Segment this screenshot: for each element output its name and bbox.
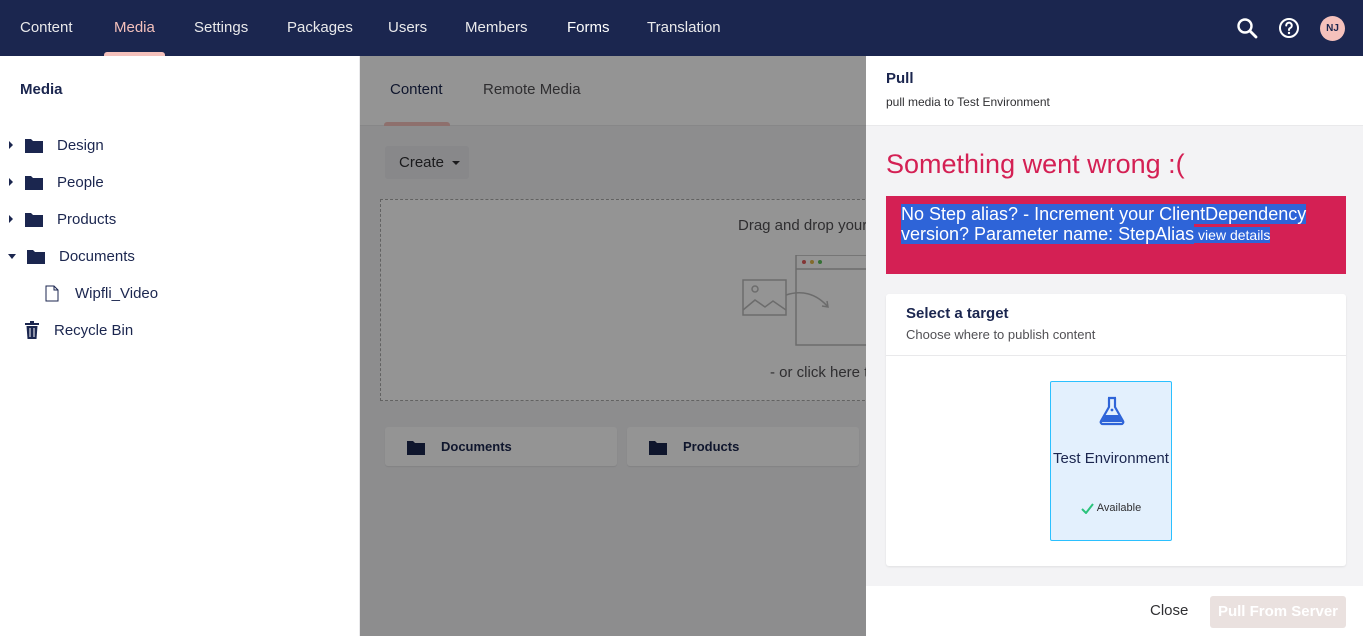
document-icon	[45, 285, 59, 301]
environment-tile-test[interactable]: Test Environment Available	[1050, 381, 1172, 541]
tree-title: Media	[20, 81, 63, 98]
target-title: Select a target	[906, 305, 1009, 322]
nav-users[interactable]: Users	[388, 0, 427, 56]
nav-members[interactable]: Members	[465, 0, 528, 56]
error-box: No Step alias? - Increment your ClientDe…	[886, 196, 1346, 274]
target-header: Select a target Choose where to publish …	[886, 294, 1346, 356]
error-title: Something went wrong :(	[886, 149, 1185, 179]
trash-icon	[25, 321, 39, 339]
modal-backdrop[interactable]	[360, 56, 866, 636]
folder-icon	[25, 176, 43, 190]
nav-packages[interactable]: Packages	[287, 0, 353, 56]
expand-arrow-icon[interactable]	[9, 141, 13, 149]
environment-status-label: Available	[1096, 502, 1142, 514]
tree-item-people[interactable]: People	[9, 167, 104, 197]
tree-item-wipfli-video[interactable]: Wipfli_Video	[45, 278, 158, 308]
nav-translation[interactable]: Translation	[647, 0, 721, 56]
avatar[interactable]: NJ	[1320, 16, 1345, 41]
close-button[interactable]: Close	[1150, 602, 1188, 619]
flask-icon	[1099, 396, 1125, 426]
folder-icon	[27, 250, 45, 264]
target-selector: Select a target Choose where to publish …	[886, 294, 1346, 566]
nav-forms[interactable]: Forms	[567, 0, 610, 56]
tree-item-recycle-bin[interactable]: Recycle Bin	[24, 315, 133, 345]
folder-icon	[25, 139, 43, 153]
tree-item-products[interactable]: Products	[9, 204, 116, 234]
tree-item-design[interactable]: Design	[9, 130, 104, 160]
dialog-header: Pull pull media to Test Environment	[866, 56, 1363, 126]
dialog-footer: Close Pull From Server	[866, 586, 1363, 636]
search-icon[interactable]	[1235, 16, 1259, 40]
environment-name: Test Environment	[1053, 450, 1169, 467]
tree-item-label: Design	[57, 136, 104, 154]
tree-item-label: Documents	[59, 247, 135, 265]
nav-media[interactable]: Media	[114, 0, 155, 56]
dialog-title: Pull	[886, 70, 914, 87]
expand-arrow-icon[interactable]	[9, 178, 13, 186]
collapse-arrow-icon[interactable]	[8, 253, 16, 259]
tree-item-documents[interactable]: Documents	[8, 241, 135, 271]
nav-settings[interactable]: Settings	[194, 0, 248, 56]
top-navigation: Content Media Settings Packages Users Me…	[0, 0, 1363, 56]
target-subtitle: Choose where to publish content	[906, 327, 1096, 342]
media-tree: Media Design People Products Documents W…	[0, 56, 360, 636]
expand-arrow-icon[interactable]	[9, 215, 13, 223]
view-details-link[interactable]: view details	[1198, 227, 1271, 243]
folder-icon	[25, 213, 43, 227]
tree-item-label: Wipfli_Video	[75, 284, 159, 302]
dialog-subtitle: pull media to Test Environment	[886, 95, 1050, 109]
nav-content[interactable]: Content	[20, 0, 73, 56]
tree-item-label: Recycle Bin	[54, 321, 134, 339]
pull-dialog: Pull pull media to Test Environment Some…	[866, 56, 1363, 636]
help-icon[interactable]	[1277, 16, 1301, 40]
tree-item-label: People	[57, 173, 104, 191]
pull-from-server-button[interactable]: Pull From Server	[1210, 596, 1346, 628]
tree-item-label: Products	[57, 210, 117, 228]
environment-status: Available	[1051, 502, 1171, 514]
check-icon	[1081, 502, 1094, 514]
